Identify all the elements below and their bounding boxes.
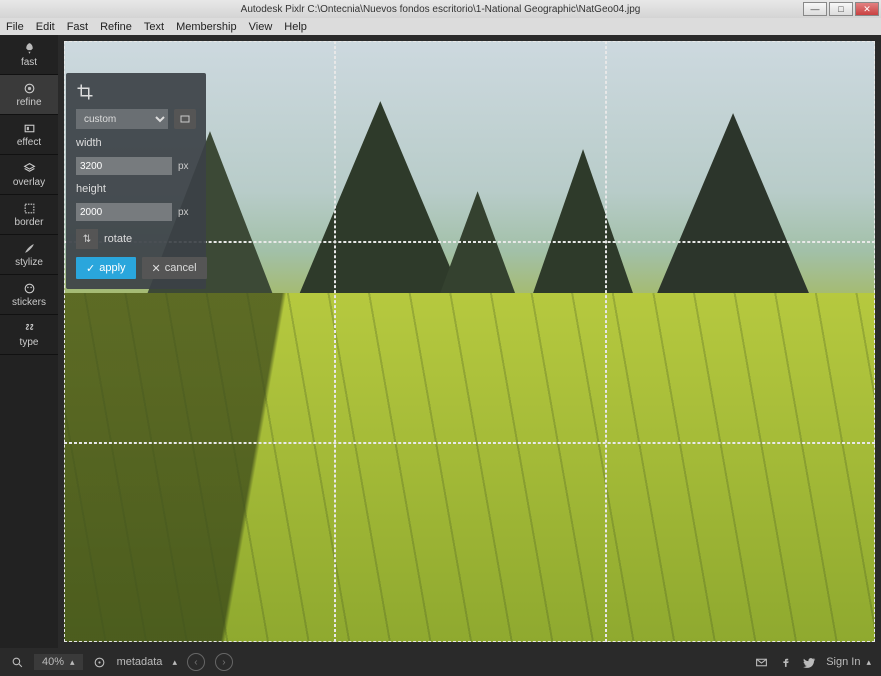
tool-label: fast	[21, 57, 37, 68]
facebook-icon[interactable]	[778, 655, 792, 669]
menu-view[interactable]: View	[249, 21, 273, 33]
rotate-button[interactable]: ⇅	[76, 229, 98, 249]
twitter-icon[interactable]	[802, 655, 816, 669]
tool-label: effect	[17, 137, 41, 148]
zoom-value: 40%	[42, 656, 64, 668]
unit-label: px	[178, 161, 189, 172]
tool-overlay[interactable]: overlay	[0, 155, 58, 195]
mail-icon[interactable]	[754, 655, 768, 669]
height-label: height	[76, 183, 196, 195]
zoom-icon[interactable]	[10, 655, 24, 669]
close-button[interactable]: ✕	[855, 2, 879, 16]
tool-refine[interactable]: refine	[0, 75, 58, 115]
aspect-icon	[179, 113, 191, 125]
chevron-up-icon: ▴	[172, 657, 177, 668]
width-input[interactable]	[76, 157, 172, 175]
tool-label: stylize	[15, 257, 43, 268]
menu-fast[interactable]: Fast	[67, 21, 88, 33]
menu-file[interactable]: File	[6, 21, 24, 33]
window-title: Autodesk Pixlr C:\Ontecnia\Nuevos fondos…	[241, 4, 641, 15]
bottom-bar: 40% ▴ metadata ▴ ‹ › Sign In ▴	[0, 648, 881, 676]
menu-text[interactable]: Text	[144, 21, 164, 33]
chevron-up-icon: ▴	[70, 657, 75, 668]
chevron-up-icon: ▴	[866, 657, 871, 668]
menu-bar: File Edit Fast Refine Text Membership Vi…	[0, 18, 881, 35]
brush-icon	[22, 241, 36, 255]
main-area: fast refine effect overlay border styliz…	[0, 35, 881, 648]
tool-stickers[interactable]: stickers	[0, 275, 58, 315]
window-controls: — □ ✕	[803, 0, 881, 18]
cancel-label: cancel	[165, 262, 197, 274]
info-icon[interactable]	[93, 655, 107, 669]
sign-in-button[interactable]: Sign In ▴	[826, 656, 871, 668]
menu-help[interactable]: Help	[284, 21, 307, 33]
apply-label: apply	[99, 262, 125, 274]
tool-label: stickers	[12, 297, 46, 308]
effect-icon	[22, 121, 36, 135]
sign-in-label: Sign In	[826, 656, 860, 668]
tool-fast[interactable]: fast	[0, 35, 58, 75]
crop-mode-select[interactable]: custom	[76, 109, 168, 129]
tool-border[interactable]: border	[0, 195, 58, 235]
minimize-button[interactable]: —	[803, 2, 827, 16]
check-icon: ✓	[86, 262, 95, 275]
menu-membership[interactable]: Membership	[176, 21, 237, 33]
aspect-lock-button[interactable]	[174, 109, 196, 129]
height-input[interactable]	[76, 203, 172, 221]
menu-edit[interactable]: Edit	[36, 21, 55, 33]
crop-panel: custom width px height px ⇅ rotate ✓ app…	[66, 73, 206, 289]
width-label: width	[76, 137, 196, 149]
tool-stylize[interactable]: stylize	[0, 235, 58, 275]
crop-panel-header	[76, 83, 196, 101]
tool-label: type	[20, 337, 39, 348]
apply-button[interactable]: ✓ apply	[76, 257, 136, 279]
maximize-button[interactable]: □	[829, 2, 853, 16]
type-icon	[22, 321, 36, 335]
crop-icon	[76, 83, 94, 101]
sticker-icon	[22, 281, 36, 295]
tool-label: border	[15, 217, 44, 228]
menu-refine[interactable]: Refine	[100, 21, 132, 33]
rotate-label: rotate	[104, 233, 132, 245]
border-icon	[22, 201, 36, 215]
tool-effect[interactable]: effect	[0, 115, 58, 155]
rocket-icon	[22, 41, 36, 55]
unit-label: px	[178, 207, 189, 218]
cancel-button[interactable]: ✕ cancel	[142, 257, 207, 279]
tool-label: refine	[16, 97, 41, 108]
tool-type[interactable]: type	[0, 315, 58, 355]
history-back-button[interactable]: ‹	[187, 653, 205, 671]
metadata-label[interactable]: metadata	[117, 656, 163, 668]
tool-label: overlay	[13, 177, 45, 188]
x-icon: ✕	[152, 262, 161, 275]
history-forward-button[interactable]: ›	[215, 653, 233, 671]
zoom-select[interactable]: 40% ▴	[34, 654, 83, 670]
refine-icon	[22, 81, 36, 95]
left-toolbar: fast refine effect overlay border styliz…	[0, 35, 58, 648]
overlay-icon	[22, 161, 36, 175]
title-bar: Autodesk Pixlr C:\Ontecnia\Nuevos fondos…	[0, 0, 881, 18]
